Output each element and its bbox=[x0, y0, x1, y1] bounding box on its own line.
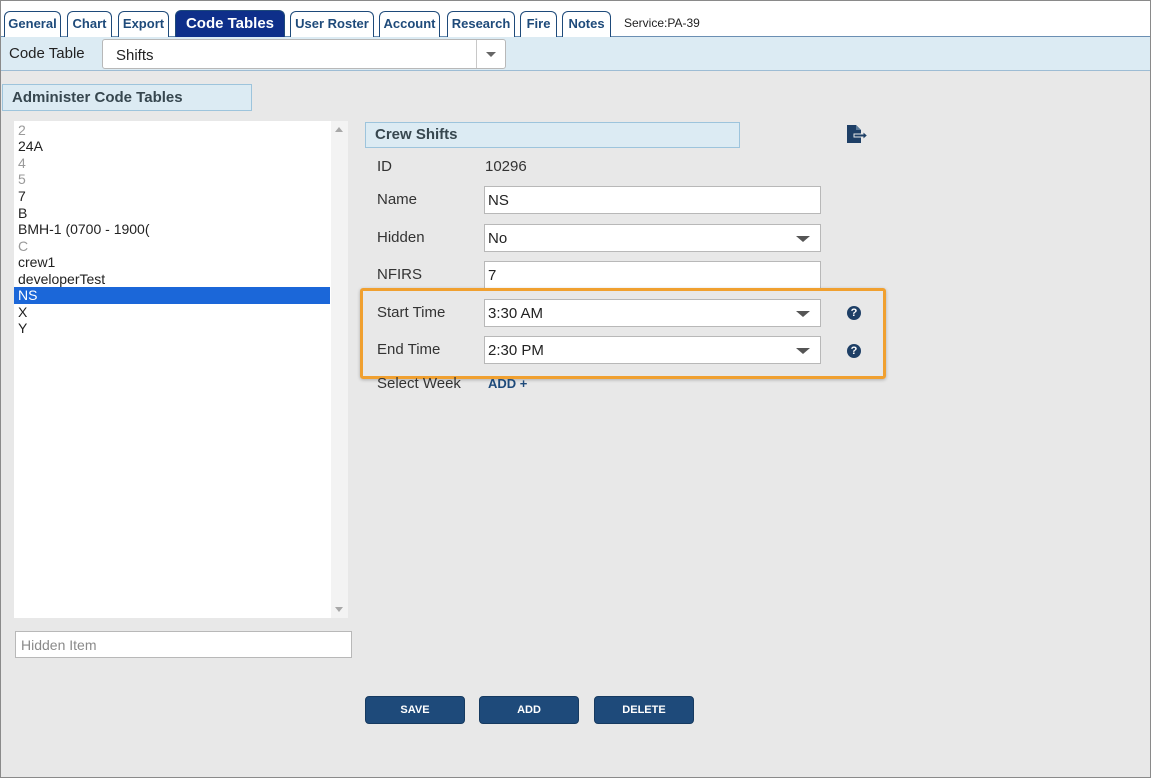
tab-notes[interactable]: Notes bbox=[562, 11, 611, 37]
nfirs-field[interactable] bbox=[484, 261, 821, 289]
name-label: Name bbox=[377, 191, 418, 208]
tab-code-tables[interactable]: Code Tables bbox=[175, 10, 285, 37]
code-table-select[interactable]: Shifts bbox=[102, 39, 506, 69]
list-item-selected[interactable]: NS bbox=[14, 287, 330, 304]
chevron-down-icon[interactable] bbox=[476, 40, 505, 68]
tab-bar: General Chart Export Code Tables User Ro… bbox=[1, 1, 1150, 37]
name-field[interactable] bbox=[484, 186, 821, 214]
add-week-link[interactable]: ADD + bbox=[488, 376, 527, 391]
tab-fire[interactable]: Fire bbox=[520, 11, 557, 37]
administer-code-tables-header: Administer Code Tables bbox=[2, 84, 252, 111]
code-table-value: Shifts bbox=[116, 47, 154, 64]
hidden-item-input[interactable] bbox=[15, 631, 352, 658]
list-item[interactable]: 2 bbox=[14, 122, 330, 139]
list-item[interactable]: 7 bbox=[14, 188, 330, 205]
chevron-down-icon bbox=[796, 236, 810, 242]
save-button[interactable]: SAVE bbox=[365, 696, 465, 724]
service-label: Service:PA-39 bbox=[624, 16, 700, 30]
list-item[interactable]: X bbox=[14, 304, 330, 321]
list-scrollbar[interactable] bbox=[331, 121, 348, 618]
tab-user-roster[interactable]: User Roster bbox=[290, 11, 374, 37]
code-table-label: Code Table bbox=[9, 45, 85, 62]
app-window: General Chart Export Code Tables User Ro… bbox=[0, 0, 1151, 778]
list-item[interactable]: Y bbox=[14, 320, 330, 337]
list-item[interactable]: 4 bbox=[14, 155, 330, 172]
tab-account[interactable]: Account bbox=[379, 11, 440, 37]
tab-research[interactable]: Research bbox=[447, 11, 515, 37]
hidden-label: Hidden bbox=[377, 229, 425, 246]
highlight-box bbox=[360, 288, 886, 379]
list-item[interactable]: B bbox=[14, 205, 330, 222]
id-label: ID bbox=[377, 158, 392, 175]
list-item[interactable]: BMH-1 (0700 - 1900( bbox=[14, 221, 330, 238]
scroll-up-icon[interactable] bbox=[335, 127, 343, 132]
hidden-select[interactable]: No bbox=[484, 224, 821, 252]
list-item[interactable]: C bbox=[14, 238, 330, 255]
tab-general[interactable]: General bbox=[4, 11, 61, 37]
nfirs-label: NFIRS bbox=[377, 266, 422, 283]
hidden-select-value: No bbox=[488, 230, 508, 247]
export-file-icon[interactable] bbox=[846, 124, 868, 144]
id-value: 10296 bbox=[485, 158, 527, 175]
crew-shifts-header: Crew Shifts bbox=[365, 122, 740, 148]
list-item[interactable]: developerTest bbox=[14, 271, 330, 288]
code-table-bar: Code Table Shifts bbox=[1, 37, 1150, 71]
code-list[interactable]: 2 24A 4 5 7 B BMH-1 (0700 - 1900( C crew… bbox=[14, 121, 348, 618]
scroll-down-icon[interactable] bbox=[335, 607, 343, 612]
add-button[interactable]: ADD bbox=[479, 696, 579, 724]
tab-chart[interactable]: Chart bbox=[67, 11, 112, 37]
delete-button[interactable]: DELETE bbox=[594, 696, 694, 724]
tab-export[interactable]: Export bbox=[118, 11, 169, 37]
list-item[interactable]: 24A bbox=[14, 138, 330, 155]
list-item[interactable]: 5 bbox=[14, 171, 330, 188]
select-week-label: Select Week bbox=[377, 375, 461, 392]
list-item[interactable]: crew1 bbox=[14, 254, 330, 271]
